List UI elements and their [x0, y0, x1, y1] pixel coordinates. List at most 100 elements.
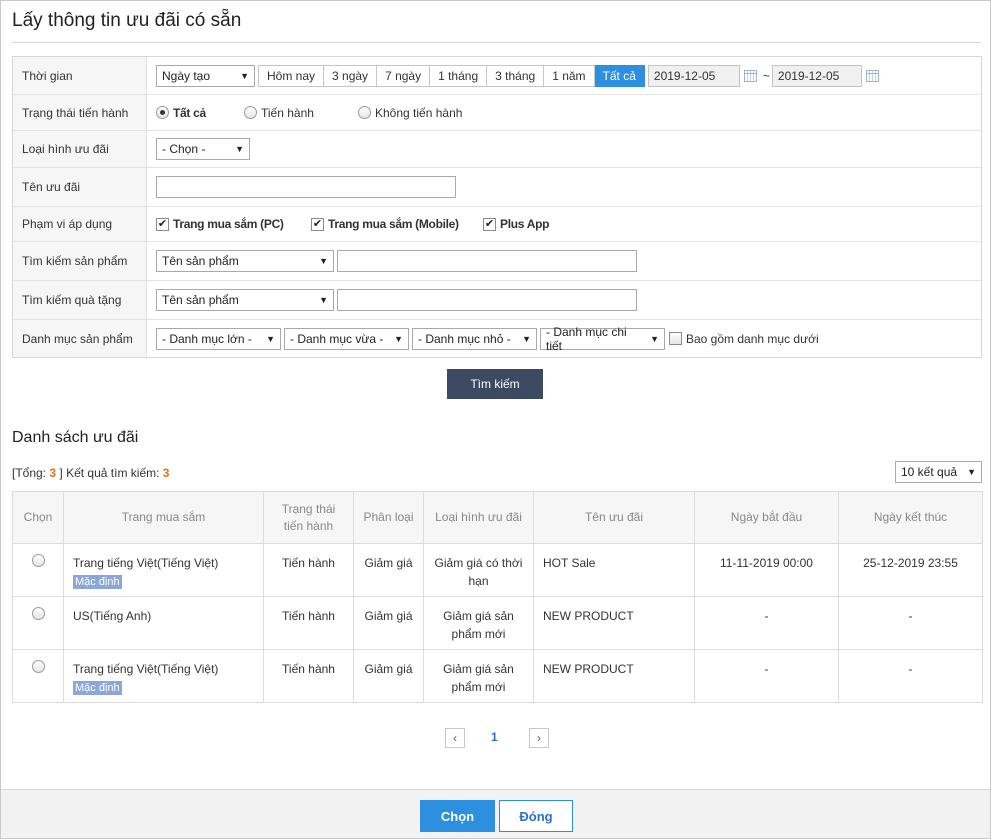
radio-icon — [244, 106, 257, 119]
filter-row-time: Thời gian Ngày tạo ▼ Hôm nay 3 ngày 7 ng… — [13, 57, 981, 94]
shop-name: US(Tiếng Anh) — [73, 609, 152, 623]
chevron-down-icon: ▼ — [650, 333, 659, 344]
chevron-down-icon: ▼ — [235, 144, 244, 154]
promo-name-label: Tên ưu đãi — [13, 168, 147, 206]
filter-row-promo-name: Tên ưu đãi — [13, 167, 981, 206]
range-button-3-months[interactable]: 3 tháng — [487, 64, 545, 87]
category-large-select[interactable]: - Danh mục lớn - ▼ — [156, 327, 281, 350]
promo-name-cell: HOT Sale — [533, 543, 695, 597]
row-radio[interactable] — [31, 607, 45, 620]
col-header-category: Phân loại — [353, 491, 424, 544]
result-count: 3 — [162, 466, 170, 480]
promo-type-label: Loại hình ưu đãi — [13, 131, 147, 167]
category-detail-select[interactable]: - Danh mục chi tiết ▼ — [540, 325, 665, 353]
status-radio-all[interactable]: Tất cả — [156, 106, 244, 120]
chevron-down-icon: ▼ — [266, 333, 275, 344]
filter-row-gift-search: Tìm kiếm quà tặng Tên sản phẩm ▼ — [13, 280, 981, 319]
radio-icon — [358, 106, 371, 119]
result-summary: [Tổng: 3 ] Kết quả tìm kiếm: 3 — [12, 466, 170, 480]
col-header-promo-name: Tên ưu đãi — [533, 491, 695, 544]
gift-search-input[interactable] — [337, 289, 637, 311]
promo-type-cell: Giảm giá có thời hạn — [423, 543, 534, 597]
scope-label: Phạm vi áp dụng — [13, 207, 147, 241]
chevron-down-icon: ▼ — [967, 467, 976, 477]
list-title: Danh sách ưu đãi — [12, 429, 139, 446]
include-subcategory-checkbox[interactable]: ✔ Bao gồm danh mục dưới — [669, 332, 819, 346]
chevron-down-icon: ▼ — [394, 333, 403, 344]
row-radio[interactable] — [31, 554, 45, 567]
prev-page-icon[interactable]: ‹ — [445, 728, 465, 748]
category-cell: Giảm giá — [353, 543, 424, 597]
next-page-icon[interactable]: › — [529, 728, 549, 748]
col-header-promo-type: Loại hình ưu đãi — [423, 491, 534, 544]
checkbox-checked-icon: ✔ — [156, 217, 169, 231]
select-button[interactable]: Chọn — [420, 800, 495, 832]
scope-checkbox-plus-app[interactable]: ✔ Plus App — [483, 217, 549, 231]
date-type-select[interactable]: Ngày tạo ▼ — [156, 64, 255, 87]
range-button-3-days[interactable]: 3 ngày — [324, 64, 378, 87]
shop-name: Trang tiếng Việt(Tiếng Việt) — [73, 662, 219, 676]
scope-checkbox-pc[interactable]: ✔ Trang mua sắm (PC) — [156, 217, 311, 231]
status-label: Trạng thái tiến hành — [13, 95, 147, 130]
table-header: Chọn Trang mua sắm Trạng thái tiến hành … — [12, 491, 983, 544]
table-row[interactable]: Trang tiếng Việt(Tiếng Việt) Mặc định Ti… — [12, 649, 983, 703]
gift-search-label: Tìm kiếm quà tặng — [13, 281, 147, 319]
radio-selected-icon — [156, 106, 169, 119]
category-cell: Giảm giá — [353, 596, 424, 650]
filter-row-category: Danh mục sản phẩm - Danh mục lớn - ▼ - D… — [13, 319, 981, 357]
col-header-status: Trạng thái tiến hành — [263, 491, 354, 544]
category-medium-select[interactable]: - Danh mục vừa - ▼ — [284, 327, 409, 350]
col-header-end-date: Ngày kết thúc — [838, 491, 983, 544]
category-cell: Giảm giá — [353, 649, 424, 703]
start-date-cell: 11-11-2019 00:00 — [694, 543, 839, 597]
status-radio-active[interactable]: Tiến hành — [244, 106, 358, 120]
close-button[interactable]: Đóng — [499, 800, 573, 832]
col-header-start-date: Ngày bắt đầu — [694, 491, 839, 544]
start-date-cell: - — [694, 649, 839, 703]
calendar-icon[interactable] — [865, 69, 879, 82]
date-range-group: Hôm nay 3 ngày 7 ngày 1 tháng 3 tháng 1 … — [258, 64, 645, 87]
end-date-cell: - — [838, 596, 983, 650]
gift-search-type-select[interactable]: Tên sản phẩm ▼ — [156, 289, 334, 311]
chevron-down-icon: ▼ — [319, 256, 328, 266]
scope-checkbox-mobile[interactable]: ✔ Trang mua sắm (Mobile) — [311, 217, 483, 231]
range-button-today[interactable]: Hôm nay — [258, 64, 325, 87]
table-row[interactable]: Trang tiếng Việt(Tiếng Việt) Mặc định Ti… — [12, 543, 983, 597]
promo-name-cell: NEW PRODUCT — [533, 649, 695, 703]
current-page[interactable]: 1 — [491, 730, 498, 744]
per-page-select[interactable]: 10 kết quả ▼ — [895, 461, 982, 483]
product-search-type-select[interactable]: Tên sản phẩm ▼ — [156, 250, 334, 272]
row-radio[interactable] — [31, 660, 45, 673]
date-to-input[interactable]: 2019-12-05 — [771, 64, 862, 87]
range-button-7-days[interactable]: 7 ngày — [377, 64, 431, 87]
date-separator: ~ — [762, 68, 770, 83]
checkbox-icon: ✔ — [669, 332, 682, 345]
status-radio-inactive[interactable]: Không tiến hành — [358, 106, 462, 120]
promo-table: Chọn Trang mua sắm Trạng thái tiến hành … — [12, 491, 983, 703]
page-title: Lấy thông tin ưu đãi có sẵn — [12, 10, 242, 31]
calendar-icon[interactable] — [743, 69, 757, 82]
product-search-label: Tìm kiếm sản phẩm — [13, 242, 147, 280]
end-date-cell: 25-12-2019 23:55 — [838, 543, 983, 597]
search-button[interactable]: Tìm kiếm — [447, 369, 543, 399]
status-cell: Tiến hành — [263, 649, 354, 703]
promo-name-input[interactable] — [156, 176, 456, 198]
promo-type-cell: Giảm giá sản phẩm mới — [423, 596, 534, 650]
end-date-cell: - — [838, 649, 983, 703]
col-header-select: Chọn — [12, 491, 64, 544]
col-header-shop: Trang mua sắm — [63, 491, 264, 544]
filter-row-promo-type: Loại hình ưu đãi - Chọn - ▼ — [13, 130, 981, 167]
chevron-down-icon: ▼ — [240, 70, 249, 81]
start-date-cell: - — [694, 596, 839, 650]
chevron-down-icon: ▼ — [522, 333, 531, 344]
category-small-select[interactable]: - Danh mục nhỏ - ▼ — [412, 327, 537, 350]
date-from-input[interactable]: 2019-12-05 — [647, 64, 740, 87]
product-search-input[interactable] — [337, 250, 637, 272]
default-badge: Mặc định — [73, 681, 122, 695]
range-button-1-year[interactable]: 1 năm — [544, 64, 595, 87]
table-row[interactable]: US(Tiếng Anh) Tiến hành Giảm giá Giảm gi… — [12, 596, 983, 650]
promo-type-select[interactable]: - Chọn - ▼ — [156, 138, 250, 160]
range-button-all[interactable]: Tất cả — [594, 64, 645, 87]
filter-panel: Thời gian Ngày tạo ▼ Hôm nay 3 ngày 7 ng… — [12, 56, 982, 358]
range-button-1-month[interactable]: 1 tháng — [430, 64, 488, 87]
